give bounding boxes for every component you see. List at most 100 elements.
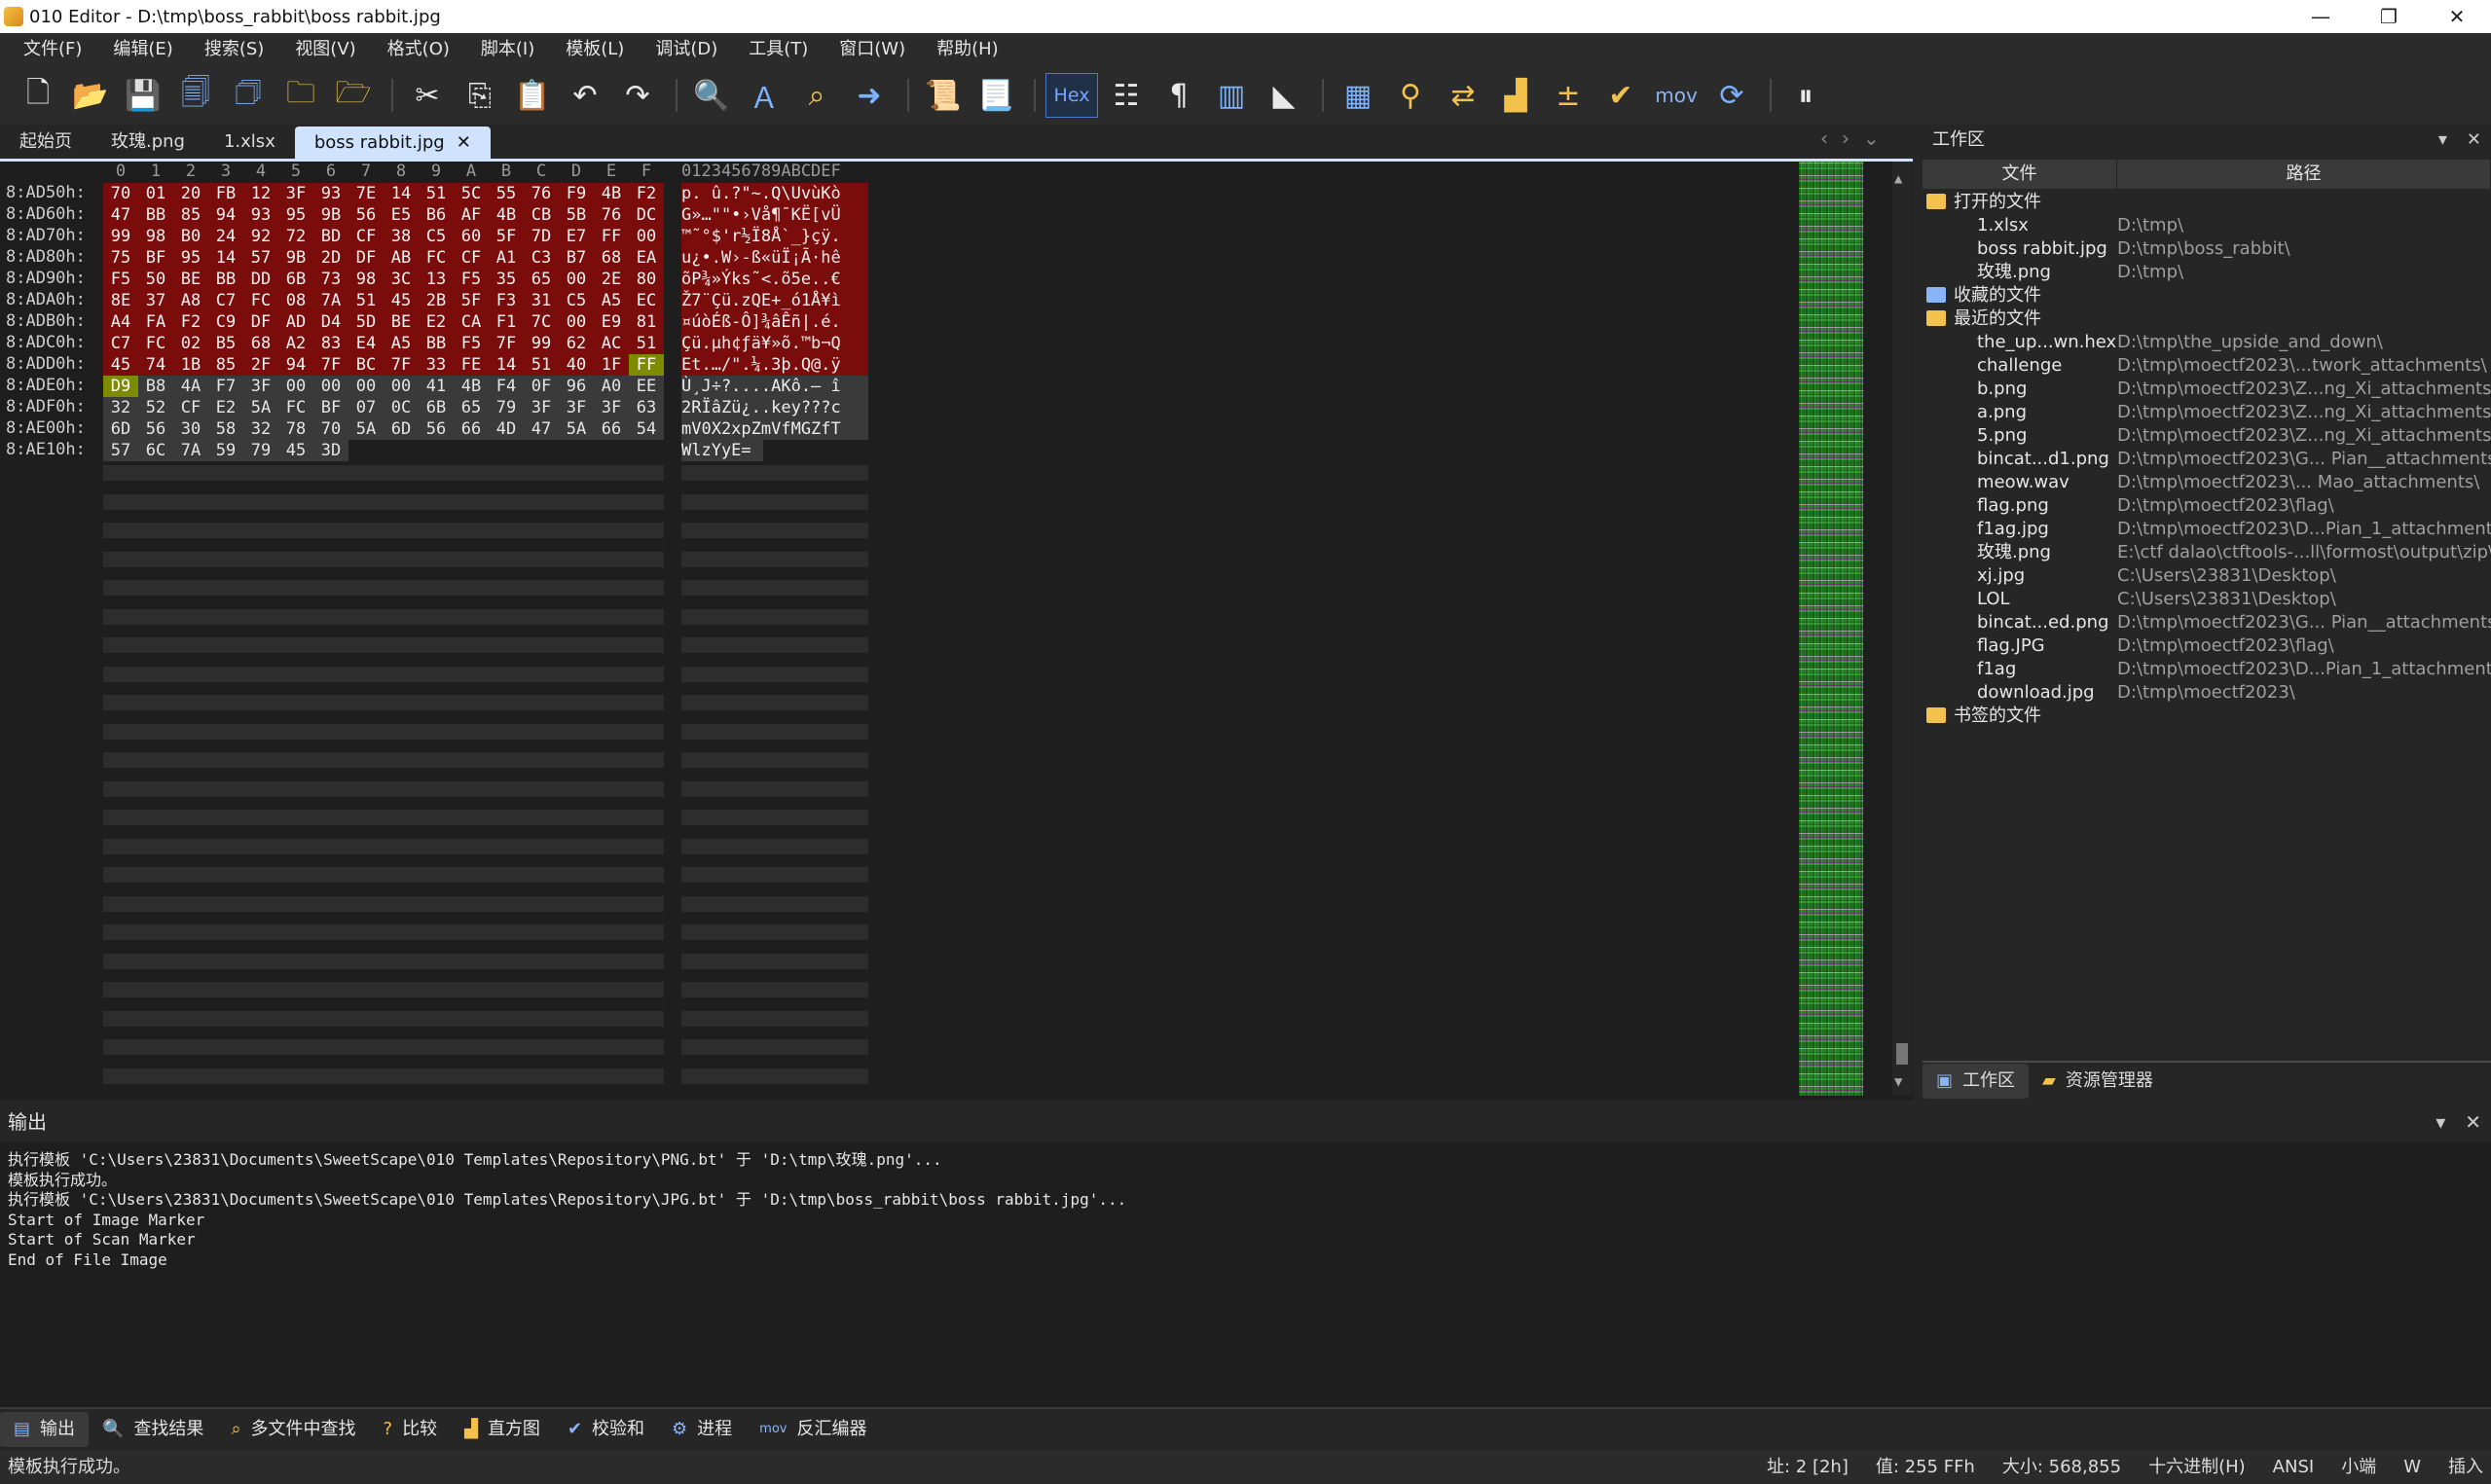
workspace-file[interactable]: bincat...d1.png D:\tmp\moectf2023\G... Pi…	[1923, 448, 2491, 471]
hex-byte[interactable]: D9	[103, 376, 138, 397]
menu-template[interactable]: 模板(L)	[550, 33, 640, 66]
hex-byte[interactable]: 3F	[278, 183, 313, 204]
hex-byte[interactable]: BB	[208, 269, 243, 290]
hex-byte[interactable]: CF	[348, 226, 384, 247]
hex-byte[interactable]: 65	[454, 397, 489, 418]
hex-byte[interactable]: 2B	[419, 290, 454, 311]
workspace-file[interactable]: 玫瑰.png D:\tmp\	[1923, 261, 2491, 284]
menu-search[interactable]: 搜索(S)	[189, 33, 279, 66]
hex-byte[interactable]: BF	[313, 397, 348, 418]
save-icon[interactable]: 💾	[119, 71, 167, 120]
hex-byte[interactable]: 6B	[419, 397, 454, 418]
close-window-button[interactable]: ✕	[2423, 0, 2491, 33]
hex-byte[interactable]: 1F	[594, 354, 629, 376]
new-file-icon[interactable]: 🗋	[14, 71, 62, 120]
hex-byte[interactable]: 66	[454, 418, 489, 440]
workspace-file[interactable]: xj.jpg C:\Users\23831\Desktop\	[1923, 564, 2491, 588]
hex-byte[interactable]: BF	[138, 247, 173, 269]
hex-byte[interactable]: 00	[559, 311, 594, 333]
menu-script[interactable]: 脚本(I)	[465, 33, 550, 66]
hex-byte[interactable]: BE	[384, 311, 419, 333]
tab-disassembler[interactable]: mov 反汇编器	[746, 1412, 880, 1447]
ascii-text[interactable]: Ž7¨Çü.zQE+_ó1Å¥ì	[681, 290, 868, 311]
hex-byte[interactable]: 54	[629, 418, 664, 440]
hex-byte[interactable]: DC	[629, 204, 664, 226]
hex-byte[interactable]: 6C	[138, 440, 173, 461]
close-panel-icon[interactable]: ✕	[2465, 1102, 2481, 1142]
tab-find-in-files[interactable]: ⌕ 多文件中查找	[217, 1412, 369, 1447]
redo-icon[interactable]: ↷	[613, 71, 662, 120]
cut-icon[interactable]: ✂	[403, 71, 452, 120]
hex-byte[interactable]: 58	[208, 418, 243, 440]
minimize-button[interactable]: —	[2287, 0, 2355, 33]
workspace-file[interactable]: meow.wav D:\tmp\moectf2023\... Mao_attach…	[1923, 471, 2491, 494]
hex-byte[interactable]: 9B	[313, 204, 348, 226]
tab-find-results[interactable]: 🔍 查找结果	[89, 1412, 217, 1447]
hex-byte[interactable]: 14	[489, 354, 524, 376]
hex-byte[interactable]: 56	[348, 204, 384, 226]
hex-mode-button[interactable]: Hex	[1045, 73, 1098, 118]
hex-byte[interactable]: 85	[208, 354, 243, 376]
hex-scrollbar[interactable]: ▲ ▼	[1892, 162, 1912, 1096]
workspace-file[interactable]: b.png D:\tmp\moectf2023\Z...ng_Xi_attachm…	[1923, 378, 2491, 401]
hex-byte[interactable]: 5F	[454, 290, 489, 311]
ascii-text[interactable]: mV0X2xpZmVfMGZfT	[681, 418, 868, 440]
hex-byte[interactable]: 66	[594, 418, 629, 440]
hex-byte[interactable]: E5	[384, 204, 419, 226]
run-template-icon[interactable]: 📃	[971, 71, 1020, 120]
workspace-file[interactable]: challenge D:\tmp\moectf2023\...twork_atta…	[1923, 354, 2491, 378]
hex-byte[interactable]: 74	[138, 354, 173, 376]
hex-byte[interactable]: 9B	[278, 247, 313, 269]
hex-byte[interactable]: C3	[524, 247, 559, 269]
ascii-text[interactable]: ¤úòÉß-Ô]¾âÊñ|.é.	[681, 311, 868, 333]
workspace-file[interactable]: LOL C:\Users\23831\Desktop\	[1923, 588, 2491, 611]
hex-byte[interactable]: 20	[173, 183, 208, 204]
hex-byte[interactable]: 3F	[243, 376, 278, 397]
workspace-file[interactable]: 1.xlsx D:\tmp\	[1923, 214, 2491, 237]
hex-byte[interactable]: 3F	[594, 397, 629, 418]
hex-byte[interactable]: CF	[173, 397, 208, 418]
ascii-text[interactable]: 2RÏâZü¿..key???c	[681, 397, 868, 418]
output-log[interactable]: 执行模板 'C:\Users\23831\Documents\SweetScap…	[8, 1150, 1126, 1270]
hex-byte[interactable]: 55	[489, 183, 524, 204]
hex-byte[interactable]: DF	[243, 311, 278, 333]
goto-icon[interactable]: ➜	[845, 71, 894, 120]
show-whitespace-icon[interactable]: ¶	[1154, 71, 1203, 120]
close-panel-icon[interactable]: ✕	[2467, 125, 2481, 156]
menu-format[interactable]: 格式(O)	[372, 33, 465, 66]
hex-byte[interactable]: 38	[384, 226, 419, 247]
workspace-file[interactable]: the_up...wn.hex D:\tmp\the_upside_and_dow…	[1923, 331, 2491, 354]
hex-byte[interactable]: 13	[419, 269, 454, 290]
status-value[interactable]: 值: 255 FFh	[1876, 1450, 1975, 1484]
columns-icon[interactable]: ▥	[1207, 71, 1256, 120]
hex-byte[interactable]: DD	[243, 269, 278, 290]
hex-byte[interactable]: C7	[208, 290, 243, 311]
hex-byte[interactable]: 32	[243, 418, 278, 440]
workspace-file[interactable]: f1ag D:\tmp\moectf2023\D...Pian_1_attachm…	[1923, 658, 2491, 681]
hex-byte[interactable]: 5A	[559, 418, 594, 440]
hex-byte[interactable]: B5	[208, 333, 243, 354]
save-all-icon[interactable]: 🗇	[224, 71, 273, 120]
status-endian[interactable]: 小端	[2341, 1450, 2376, 1484]
hex-byte[interactable]: 7F	[489, 333, 524, 354]
hex-byte[interactable]: 79	[243, 440, 278, 461]
hex-byte[interactable]: 56	[138, 418, 173, 440]
hex-byte[interactable]: 2F	[243, 354, 278, 376]
hex-byte[interactable]: 98	[138, 226, 173, 247]
hex-byte[interactable]: 5D	[348, 311, 384, 333]
ascii-text[interactable]: Et.…/".¼.3þ.Q@.ÿ	[681, 354, 868, 376]
menu-view[interactable]: 视图(V)	[279, 33, 371, 66]
hex-byte[interactable]: 7D	[524, 226, 559, 247]
hex-byte[interactable]: 3F	[524, 397, 559, 418]
compare-icon[interactable]: ⇄	[1439, 71, 1487, 120]
hex-byte[interactable]: BB	[138, 204, 173, 226]
hex-byte[interactable]: A5	[384, 333, 419, 354]
scroll-thumb[interactable]	[1896, 1043, 1908, 1065]
hex-byte[interactable]: 79	[489, 397, 524, 418]
hex-byte[interactable]: 70	[313, 418, 348, 440]
run-script-icon[interactable]: 📜	[919, 71, 968, 120]
workspace-file[interactable]: flag.png D:\tmp\moectf2023\flag\	[1923, 494, 2491, 518]
hex-byte[interactable]: E9	[594, 311, 629, 333]
hex-byte[interactable]: E2	[208, 397, 243, 418]
hex-byte[interactable]: BB	[419, 333, 454, 354]
